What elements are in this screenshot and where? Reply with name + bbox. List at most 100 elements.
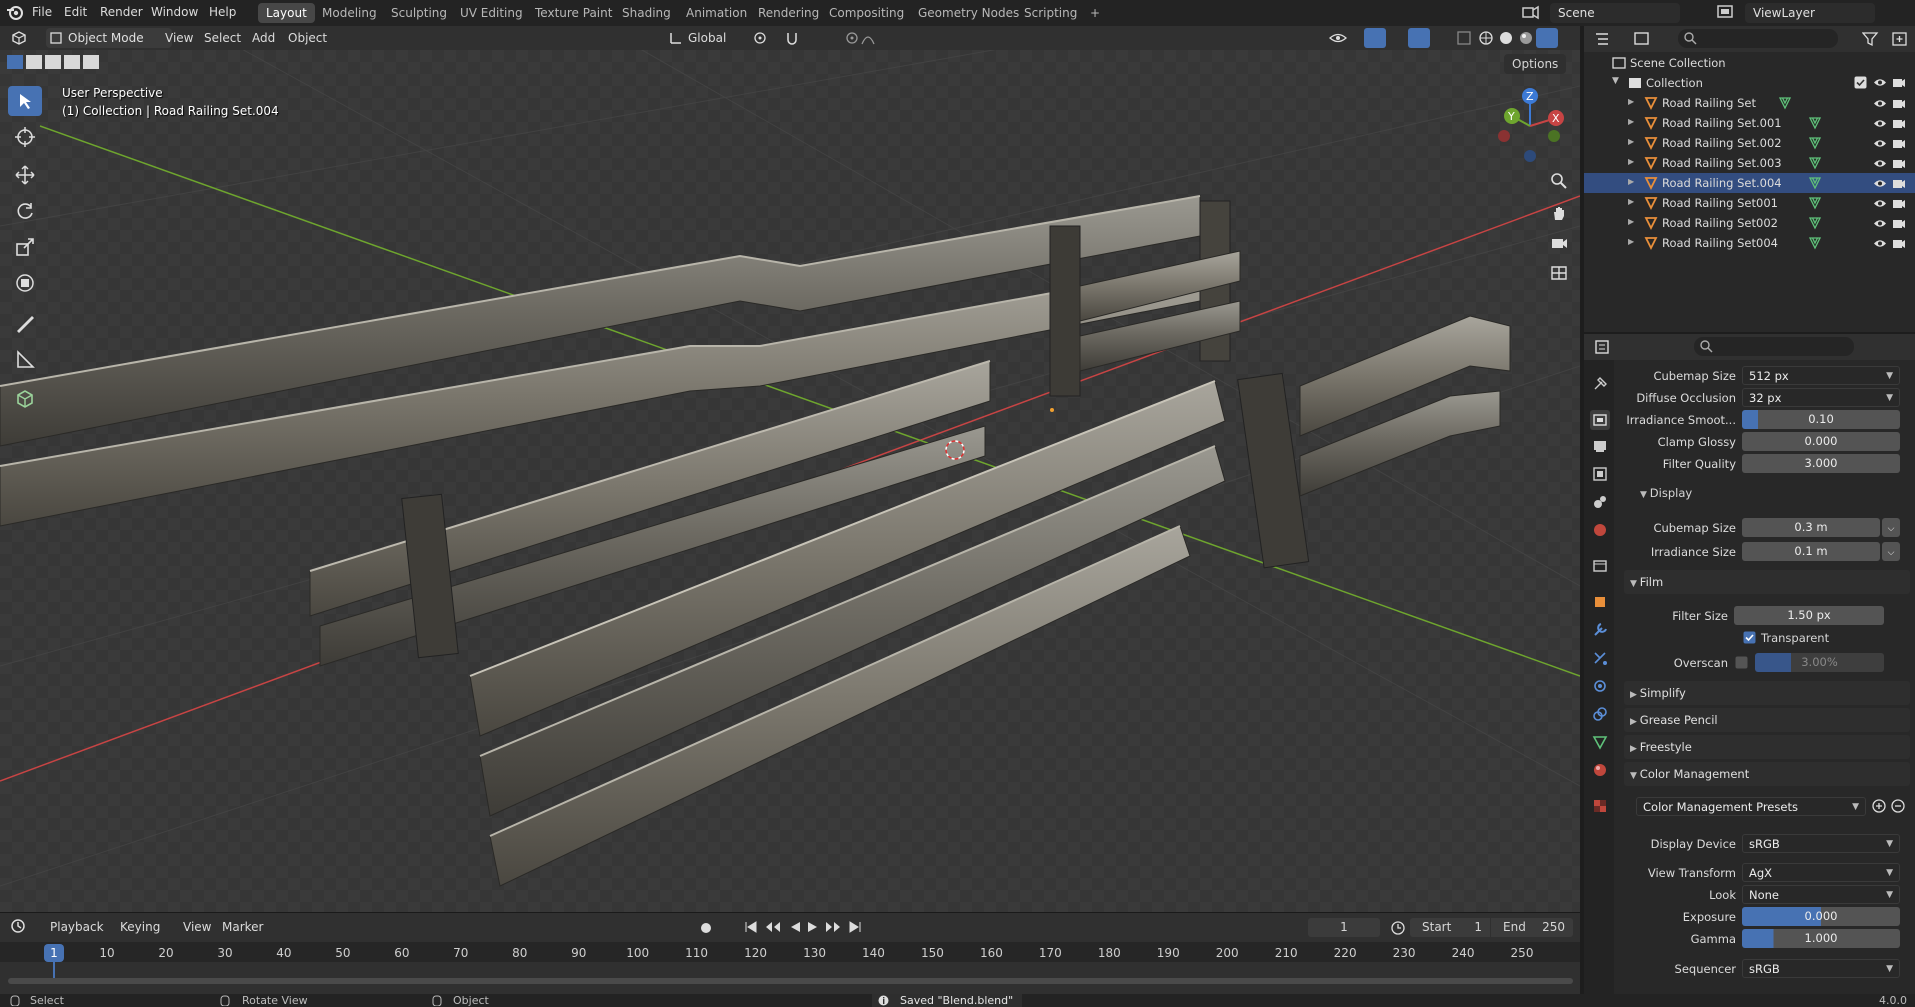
tab-scripting[interactable]: Scripting: [1016, 3, 1085, 23]
outliner-scene-collection[interactable]: Scene Collection: [1584, 53, 1915, 73]
scale-tool[interactable]: [8, 232, 42, 262]
row-expand-icon[interactable]: ▶: [1628, 197, 1634, 206]
outliner-object-row[interactable]: ▶ Road Railing Set.001: [1584, 113, 1915, 133]
timeline-menu-playback[interactable]: Playback: [50, 920, 104, 934]
snap-icon[interactable]: [784, 30, 806, 46]
camera-render-icon[interactable]: [1892, 157, 1906, 170]
display-device-dropdown[interactable]: sRGB ▼: [1742, 834, 1900, 853]
overscan-checkbox[interactable]: [1735, 656, 1748, 669]
collection-tab-icon[interactable]: [1590, 556, 1610, 576]
color-management-presets-dropdown[interactable]: Color Management Presets ▼: [1636, 797, 1866, 816]
play-icon[interactable]: [806, 920, 820, 934]
object-mode-dropdown[interactable]: Object Mode: [46, 28, 172, 48]
scene-tab-icon[interactable]: [1590, 492, 1610, 512]
output-tab-icon[interactable]: [1590, 436, 1610, 456]
add-cube-tool[interactable]: [8, 384, 42, 414]
camera-render-icon[interactable]: [1892, 97, 1906, 110]
playhead[interactable]: 1: [44, 944, 64, 962]
properties-search-input[interactable]: [1694, 337, 1854, 356]
tab-sculpting[interactable]: Sculpting: [383, 3, 455, 23]
view-layer-tab-icon[interactable]: [1590, 464, 1610, 484]
eye-icon[interactable]: [1873, 97, 1887, 110]
add-preset-icon[interactable]: [1872, 799, 1886, 813]
outliner-display-mode-icon[interactable]: [1634, 31, 1656, 47]
wireframe-shading-icon[interactable]: [1478, 30, 1494, 46]
tab-geometry-nodes[interactable]: Geometry Nodes: [910, 3, 1027, 23]
remove-preset-icon[interactable]: [1891, 799, 1905, 813]
tab-uv-editing[interactable]: UV Editing: [452, 3, 531, 23]
filter-size-field[interactable]: 1.50 px: [1734, 606, 1884, 625]
tab-layout[interactable]: Layout: [258, 3, 315, 23]
viewport-menu-object[interactable]: Object: [288, 31, 327, 45]
camera-render-icon[interactable]: [1892, 217, 1906, 230]
transform-orientation-dropdown[interactable]: Global: [688, 31, 726, 45]
outliner-object-row[interactable]: ▶ Road Railing Set.003: [1584, 153, 1915, 173]
simplify-panel[interactable]: ▶ Simplify: [1624, 681, 1910, 705]
annotate-tool[interactable]: [8, 308, 42, 338]
exposure-slider[interactable]: 0.000: [1742, 907, 1900, 926]
mesh-data-icon[interactable]: [1808, 136, 1822, 150]
row-expand-icon[interactable]: ▶: [1628, 97, 1634, 106]
pivot-point-icon[interactable]: [752, 30, 774, 46]
mesh-data-icon[interactable]: [1808, 196, 1822, 210]
clamp-glossy-field[interactable]: 0.000: [1742, 432, 1900, 451]
eye-icon[interactable]: [1873, 137, 1887, 150]
end-frame-field[interactable]: End 250: [1491, 918, 1573, 937]
display-irradiance-size-menu[interactable]: ⌵: [1882, 542, 1900, 561]
display-cubemap-size-field[interactable]: 0.3 m: [1742, 518, 1880, 537]
solid-shading-icon[interactable]: [1498, 30, 1514, 46]
outliner-object-row[interactable]: ▶ Road Railing Set004: [1584, 233, 1915, 253]
display-cubemap-size-menu[interactable]: ⌵: [1882, 518, 1900, 537]
jump-start-icon[interactable]: [744, 920, 758, 934]
look-dropdown[interactable]: None ▼: [1742, 885, 1900, 904]
row-expand-icon[interactable]: ▶: [1628, 157, 1634, 166]
gamma-slider[interactable]: 1.000: [1742, 929, 1900, 948]
diffuse-occlusion-dropdown[interactable]: 32 px ▼: [1742, 388, 1900, 407]
viewport-menu-select[interactable]: Select: [204, 31, 241, 45]
mesh-data-icon[interactable]: [1808, 236, 1822, 250]
rendered-shading-icon[interactable]: [1536, 28, 1558, 48]
outliner-object-row[interactable]: ▶ Road Railing Set.004: [1584, 173, 1915, 193]
row-expand-icon[interactable]: ▶: [1628, 137, 1634, 146]
tab-shading[interactable]: Shading: [614, 3, 679, 23]
grease-pencil-panel[interactable]: ▶ Grease Pencil: [1624, 708, 1910, 732]
menu-render[interactable]: Render: [100, 5, 143, 19]
jump-keyframe-back-icon[interactable]: [764, 920, 782, 934]
select-box-tool[interactable]: [8, 86, 42, 116]
camera-render-icon[interactable]: [1892, 197, 1906, 210]
current-frame-field[interactable]: 1: [1308, 918, 1380, 937]
collection-expand-icon[interactable]: ▼: [1612, 76, 1619, 86]
rotate-tool[interactable]: [8, 196, 42, 226]
row-expand-icon[interactable]: ▶: [1628, 217, 1634, 226]
zoom-icon[interactable]: [1546, 168, 1572, 194]
menu-window[interactable]: Window: [151, 5, 198, 19]
freestyle-panel[interactable]: ▶ Freestyle: [1624, 735, 1910, 759]
camera-render-icon[interactable]: [1892, 177, 1906, 190]
outliner-search-input[interactable]: [1678, 29, 1838, 48]
record-icon[interactable]: [700, 922, 712, 934]
outliner-object-row[interactable]: ▶ Road Railing Set: [1584, 93, 1915, 113]
outliner-collection[interactable]: ▼ Collection: [1584, 73, 1915, 93]
camera-view-icon[interactable]: [1546, 230, 1572, 256]
eye-icon[interactable]: [1873, 157, 1887, 170]
constraints-tab-icon[interactable]: [1590, 704, 1610, 724]
options-button[interactable]: Options: [1504, 54, 1567, 74]
material-tab-icon[interactable]: [1590, 760, 1610, 780]
mesh-data-icon[interactable]: [1808, 176, 1822, 190]
eye-icon[interactable]: [1873, 117, 1887, 130]
properties-editor-icon[interactable]: [1594, 339, 1616, 355]
scene-selector[interactable]: Scene: [1550, 3, 1680, 23]
gizmo-toggle-icon[interactable]: [1364, 28, 1386, 48]
new-collection-icon[interactable]: [1892, 31, 1908, 47]
timeline-menu-view[interactable]: View: [183, 920, 211, 934]
row-expand-icon[interactable]: ▶: [1628, 117, 1634, 126]
cubemap-size-dropdown[interactable]: 512 px ▼: [1742, 366, 1900, 385]
texture-tab-icon[interactable]: [1590, 796, 1610, 816]
outliner-object-row[interactable]: ▶ Road Railing Set001: [1584, 193, 1915, 213]
measure-tool[interactable]: [8, 344, 42, 374]
eye-icon[interactable]: [1873, 197, 1887, 210]
physics-tab-icon[interactable]: [1590, 676, 1610, 696]
perspective-toggle-icon[interactable]: [1546, 260, 1572, 286]
tool-tab-icon[interactable]: [1590, 374, 1610, 394]
transform-tool[interactable]: [8, 268, 42, 298]
